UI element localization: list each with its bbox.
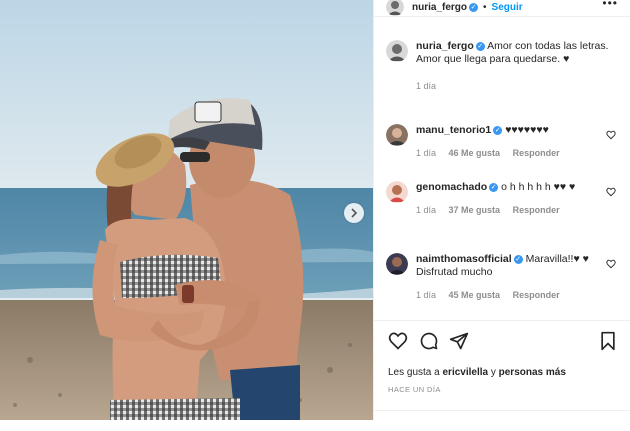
likes-prefix: Les gusta a [388, 367, 443, 378]
caption-author[interactable]: nuria_fergo [416, 40, 474, 52]
post-date: HACE UN DÍA [388, 385, 441, 394]
action-bar [388, 331, 618, 353]
comment-likes[interactable]: 46 Me gusta [449, 148, 501, 158]
comment-text: ♥♥♥♥♥♥♥ [505, 124, 549, 136]
comment-user[interactable]: manu_tenorio1 [416, 124, 491, 136]
avatar[interactable] [386, 40, 408, 62]
more-options-icon[interactable]: ••• [602, 0, 618, 10]
liker-user[interactable]: ericvilella [442, 367, 488, 378]
avatar[interactable] [386, 253, 408, 275]
next-photo-button[interactable] [344, 203, 364, 223]
comment-icon[interactable] [419, 331, 439, 351]
reply-button[interactable]: Responder [513, 290, 560, 300]
avatar-manu [386, 124, 408, 146]
post-actions: Les gusta a ericvilella y personas más H… [374, 320, 630, 411]
comment-item: genomachado ✓ o h h h h h ♥♥ ♥ 1 día 37 M… [386, 181, 616, 217]
verified-icon: ✓ [475, 41, 485, 51]
verified-icon: ✓ [469, 2, 479, 12]
avatar[interactable] [386, 0, 404, 16]
likes-summary: Les gusta a ericvilella y personas más [388, 367, 566, 378]
post-photo[interactable] [0, 0, 373, 420]
other-likers[interactable]: personas más [499, 367, 566, 378]
comment-time: 1 día [416, 290, 437, 300]
avatar-nuria [386, 0, 404, 16]
post-author-name[interactable]: nuria_fergo [412, 2, 467, 13]
comment-user[interactable]: naimthomasofficial [416, 253, 512, 265]
post-view: nuria_fergo ✓ • Seguir ••• nuria_fergo ✓ … [0, 0, 630, 420]
add-comment-area[interactable] [374, 410, 630, 431]
avatar[interactable] [386, 124, 408, 146]
avatar-geno [386, 181, 408, 203]
reply-button[interactable]: Responder [513, 148, 560, 158]
like-comment-icon[interactable] [606, 187, 616, 197]
caption: nuria_fergo ✓ Amor con todas las letras. … [386, 40, 616, 93]
caption-time: 1 día [416, 81, 437, 91]
avatar[interactable] [386, 181, 408, 203]
post-header: nuria_fergo ✓ • Seguir ••• [374, 0, 630, 17]
separator-dot: • [483, 1, 487, 13]
chevron-right-icon [351, 208, 358, 218]
follow-button[interactable]: Seguir [492, 2, 523, 13]
verified-icon: ✓ [489, 182, 499, 192]
comment-item: manu_tenorio1 ✓ ♥♥♥♥♥♥♥ 1 día 46 Me gusta… [386, 124, 616, 160]
verified-icon: ✓ [493, 125, 503, 135]
avatar-nuria [386, 40, 408, 62]
likes-mid: y [488, 367, 499, 378]
comment-user[interactable]: genomachado [416, 181, 487, 193]
share-icon[interactable] [449, 331, 469, 351]
beach-photo [0, 0, 373, 420]
reply-button[interactable]: Responder [513, 205, 560, 215]
comment-likes[interactable]: 45 Me gusta [449, 290, 501, 300]
comment-text: o h h h h h ♥♥ ♥ [501, 181, 576, 193]
like-comment-icon[interactable] [606, 130, 616, 140]
comment-likes[interactable]: 37 Me gusta [449, 205, 501, 215]
like-comment-icon[interactable] [606, 259, 616, 269]
post-side-panel: nuria_fergo ✓ • Seguir ••• nuria_fergo ✓ … [373, 0, 630, 420]
verified-icon: ✓ [513, 254, 523, 264]
heart-icon[interactable] [388, 331, 408, 351]
save-bookmark-icon[interactable] [598, 331, 618, 351]
comment-time: 1 día [416, 205, 437, 215]
comment-time: 1 día [416, 148, 437, 158]
comment-item: naimthomasofficial ✓ Maravilla!!♥ ♥ Disfr… [386, 253, 616, 302]
avatar-naim [386, 253, 408, 275]
